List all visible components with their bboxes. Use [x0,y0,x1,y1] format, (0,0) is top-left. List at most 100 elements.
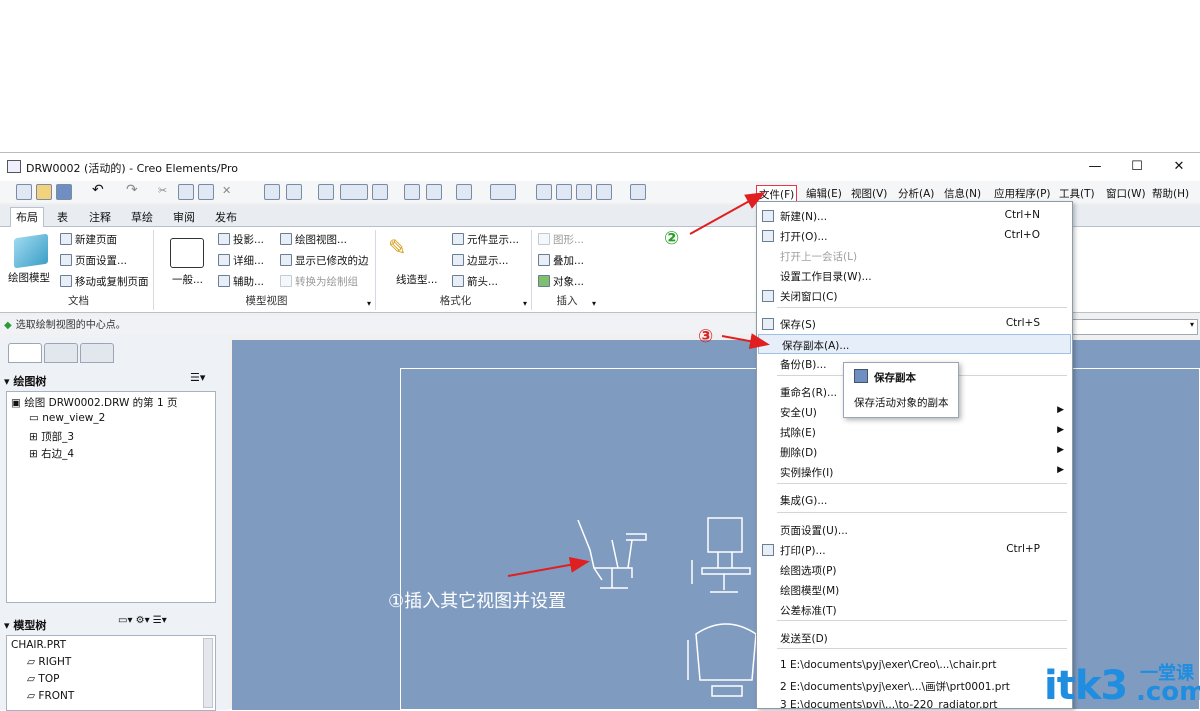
component-display-button[interactable]: 元件显示... [452,232,519,247]
tree-item-datum[interactable]: ▱ TOP [27,673,59,685]
menu-item[interactable]: 设置工作目录(W)... [757,266,1072,286]
menu-item[interactable]: 2 E:\documents\pyj\exer\...\画饼\prt0001.p… [757,676,1072,696]
group-expand-icon[interactable]: ▾ [592,299,596,308]
tab-layout[interactable]: 布局 [10,207,44,227]
datum-plane-icon[interactable] [536,184,552,200]
auxiliary-button[interactable]: 辅助... [218,274,264,289]
find-icon[interactable] [318,184,334,200]
move-copy-page-button[interactable]: 移动或复制页面 [60,274,149,289]
menu-info[interactable]: 信息(N) [942,185,983,202]
model-tree-icon[interactable] [286,184,302,200]
tree-item-view[interactable]: ▭ new_view_2 [29,412,105,424]
menu-item[interactable]: 绘图模型(M) [757,580,1072,600]
datum-axis-icon[interactable] [556,184,572,200]
arrow-button[interactable]: 箭头... [452,274,498,289]
menu-item[interactable]: 集成(G)... [757,490,1072,510]
tree-item-sheet[interactable]: ▣ 绘图 DRW0002.DRW 的第 1 页 [11,395,178,410]
tab-favorites[interactable] [80,343,114,363]
convert-to-draft-group-button[interactable]: 转换为绘制组 [280,274,358,289]
model-tree-toolbar[interactable]: ▭▾ ⚙▾ ☰▾ [118,615,218,631]
close-button[interactable]: ✕ [1166,157,1192,177]
graphics-button[interactable]: 图形... [538,232,584,247]
copy-icon[interactable] [178,184,194,200]
menu-item[interactable]: 绘图选项(P) [757,560,1072,580]
menu-item[interactable]: 关闭窗口(C) [757,286,1072,306]
edge-display-button[interactable]: 边显示... [452,253,509,268]
menu-applications[interactable]: 应用程序(P) [992,185,1053,202]
menu-help[interactable]: 帮助(H) [1150,185,1191,202]
tab-sketch[interactable]: 草绘 [126,208,158,226]
general-view-icon[interactable] [170,238,204,268]
drawing-tree-header[interactable]: ▾ 绘图树 [4,373,46,389]
menu-item[interactable]: 打印(P)... Ctrl+P [757,540,1072,560]
scrollbar[interactable] [203,638,213,708]
refresh-icon[interactable] [426,184,442,200]
datum-point-icon[interactable] [576,184,592,200]
menu-item[interactable]: 拭除(E) ▶ [757,422,1072,442]
menu-item[interactable]: 公差标准(T) [757,600,1072,620]
show-modified-edges-button[interactable]: 显示已修改的边 [280,253,369,268]
tree-settings-icon[interactable]: ☰▾ [190,371,216,387]
tab-publish[interactable]: 发布 [210,208,242,226]
paste-icon[interactable] [198,184,214,200]
drawing-view-button[interactable]: 绘图视图... [280,232,347,247]
detail-button[interactable]: 详细... [218,253,264,268]
tab-annotate[interactable]: 注释 [84,208,116,226]
tree-item-view[interactable]: ⊞ 顶部_3 [29,429,74,444]
tree-item-datum[interactable]: ▱ FRONT [27,690,74,702]
page-setup-button[interactable]: 页面设置... [60,253,127,268]
tab-folder-browser[interactable] [44,343,78,363]
delete-icon[interactable]: ✕ [222,184,238,200]
layers-icon[interactable] [372,184,388,200]
overlay-button[interactable]: 叠加... [538,253,584,268]
drawing-model-button[interactable]: 绘图模型 [8,270,50,285]
menu-item[interactable]: 保存副本(A)... [758,334,1071,354]
menu-tools[interactable]: 工具(T) [1057,185,1097,202]
menu-analysis[interactable]: 分析(A) [896,185,936,202]
menu-item[interactable]: 1 E:\documents\pyj\exer\Creo\...\chair.p… [757,656,1072,676]
projection-button[interactable]: 投影... [218,232,264,247]
menu-item[interactable]: 实例操作(I) ▶ [757,462,1072,482]
tab-table[interactable]: 表 [52,208,73,226]
menu-window[interactable]: 窗口(W) [1104,185,1148,202]
maximize-button[interactable]: ☐ [1124,157,1150,177]
menu-view[interactable]: 视图(V) [849,185,889,202]
line-style-button[interactable]: 线造型... [396,272,438,287]
object-button[interactable]: 对象... [538,274,584,289]
cut-icon[interactable]: ✂ [158,184,174,200]
menu-item[interactable]: 页面设置(U)... [757,520,1072,540]
filter-dropdown[interactable]: ▾ [1064,319,1198,335]
undo-icon[interactable]: ↶ [92,182,108,198]
menu-item[interactable]: 发送至(D) [757,628,1072,648]
menu-item[interactable]: 打开(O)... Ctrl+O [757,226,1072,246]
drawing-model-icon[interactable] [14,233,48,269]
tab-model-tree-nav[interactable] [8,343,42,363]
group-expand-icon[interactable]: ▾ [523,299,527,308]
regenerate-icon[interactable] [264,184,280,200]
coordinate-system-icon[interactable] [596,184,612,200]
tab-review[interactable]: 审阅 [168,208,200,226]
general-view-button[interactable]: 一般... [172,272,203,287]
menu-item[interactable]: 3 E:\documents\pyj\...\to-220_radiator.p… [757,696,1072,708]
context-help-icon[interactable] [630,184,646,200]
redo-icon[interactable]: ↷ [126,182,142,198]
new-page-button[interactable]: 新建页面 [60,232,117,247]
menu-edit[interactable]: 编辑(E) [804,185,844,202]
open-folder-icon[interactable] [36,184,52,200]
zoom-fit-icon[interactable] [456,184,472,200]
tree-item-view[interactable]: ⊞ 右边_4 [29,446,74,461]
save-icon[interactable] [56,184,72,200]
new-file-icon[interactable] [16,184,32,200]
menu-item[interactable]: 保存(S) Ctrl+S [757,314,1072,334]
group-expand-icon[interactable]: ▾ [367,299,371,308]
tree-item-part[interactable]: CHAIR.PRT [11,639,66,651]
minimize-button[interactable]: — [1082,157,1108,177]
menu-item[interactable]: 删除(D) ▶ [757,442,1072,462]
menu-item[interactable]: 新建(N)... Ctrl+N [757,206,1072,226]
tree-item-datum[interactable]: ▱ RIGHT [27,656,71,668]
select-box-icon[interactable] [340,184,368,200]
view-icon[interactable] [404,184,420,200]
line-style-icon[interactable]: ✎ [388,236,422,266]
model-tree-header[interactable]: ▾ 模型树 [4,617,46,633]
display-style-icon[interactable] [490,184,516,200]
